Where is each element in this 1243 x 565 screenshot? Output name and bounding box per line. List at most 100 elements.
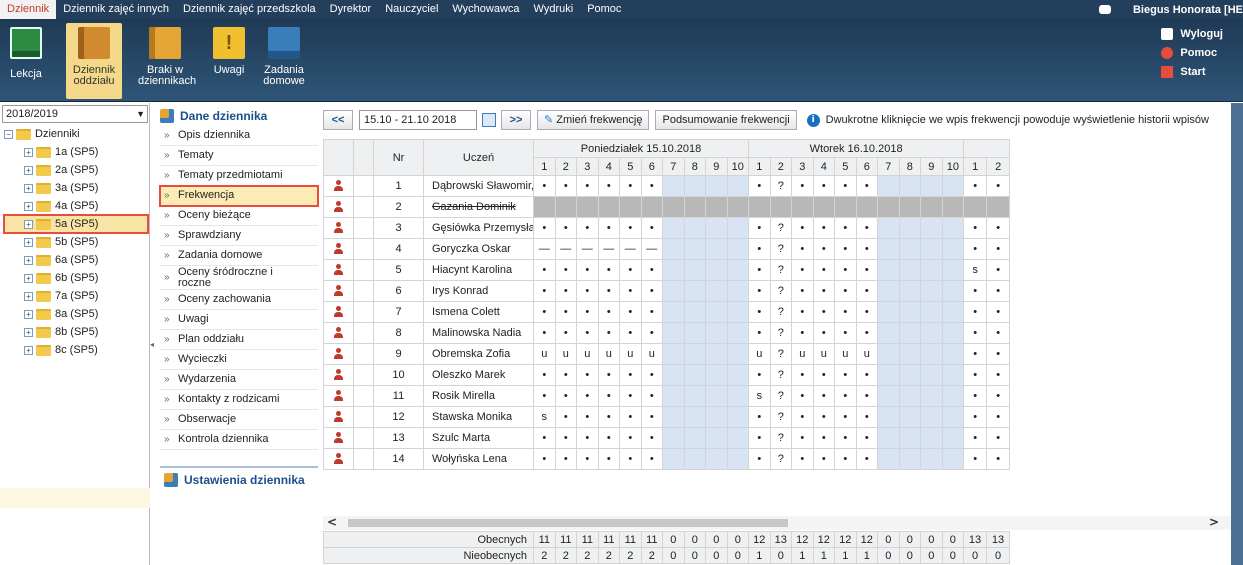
expand-icon[interactable]: + [24,201,33,211]
attendance-cell[interactable] [920,217,943,239]
attendance-cell[interactable] [726,175,750,197]
attendance-cell[interactable] [726,322,750,344]
attendance-cell[interactable]: • [963,385,988,407]
attendance-cell[interactable]: u [597,343,620,365]
zadania-domowe-button[interactable]: Zadania domowe [258,23,310,99]
attendance-cell[interactable]: • [597,364,620,386]
attendance-cell[interactable] [662,301,685,323]
attendance-cell[interactable]: • [640,259,663,281]
attendance-cell[interactable] [877,406,900,428]
expand-icon[interactable]: + [24,345,33,355]
expand-icon[interactable]: + [24,273,33,283]
attendance-cell[interactable]: • [554,301,577,323]
attendance-cell[interactable]: • [640,364,663,386]
calendar-icon[interactable] [482,113,496,127]
attendance-cell[interactable]: • [554,364,577,386]
attendance-cell[interactable] [812,196,836,218]
expand-icon[interactable]: + [24,255,33,265]
attendance-cell[interactable] [726,448,750,470]
attendance-cell[interactable]: • [533,385,556,407]
student-icon-cell[interactable] [323,238,354,260]
student-icon-cell[interactable] [323,280,354,302]
attendance-cell[interactable]: • [963,238,988,260]
attendance-cell[interactable] [898,322,922,344]
attendance-cell[interactable] [941,217,965,239]
attendance-cell[interactable]: — [554,238,577,260]
attendance-cell[interactable]: • [554,406,577,428]
tree-class-item[interactable]: +4a (SP5) [4,197,148,215]
attendance-cell[interactable]: • [748,175,771,197]
attendance-cell[interactable]: • [986,427,1011,449]
attendance-cell[interactable] [726,343,750,365]
attendance-cell[interactable] [726,280,750,302]
student-icon-cell[interactable] [323,322,354,344]
start-link[interactable]: Start [1161,62,1223,81]
attendance-cell[interactable]: u [640,343,663,365]
attendance-cell[interactable] [834,196,857,218]
expand-icon[interactable]: + [24,327,33,337]
attendance-cell[interactable] [877,196,900,218]
attendance-cell[interactable]: s [533,406,556,428]
attendance-cell[interactable]: • [791,259,814,281]
attendance-cell[interactable] [920,238,943,260]
student-icon[interactable] [333,348,344,360]
tree-class-item[interactable]: +1a (SP5) [4,143,148,161]
attendance-cell[interactable]: • [963,448,988,470]
attendance-cell[interactable]: • [812,448,836,470]
attendance-cell[interactable]: • [791,217,814,239]
user-name[interactable]: Biegus Honorata [HE [1133,4,1243,16]
attendance-cell[interactable]: • [986,217,1011,239]
attendance-cell[interactable]: — [619,238,642,260]
attendance-cell[interactable] [662,259,685,281]
attendance-cell[interactable]: • [963,301,988,323]
attendance-cell[interactable] [877,343,900,365]
student-icon-cell[interactable] [323,217,354,239]
attendance-cell[interactable]: • [855,385,879,407]
collapse-icon[interactable]: − [4,129,13,139]
attendance-cell[interactable]: • [640,427,663,449]
attendance-cell[interactable] [640,196,663,218]
attendance-cell[interactable] [941,196,965,218]
lekcja-button[interactable]: Lekcja [6,23,46,99]
attendance-cell[interactable]: • [812,301,836,323]
attendance-cell[interactable]: • [748,448,771,470]
prev-week-button[interactable]: << [323,110,353,130]
attendance-cell[interactable] [877,259,900,281]
attendance-cell[interactable] [705,322,728,344]
attendance-cell[interactable]: • [533,322,556,344]
attendance-cell[interactable]: • [963,217,988,239]
attendance-cell[interactable]: • [812,217,836,239]
student-icon[interactable] [333,390,344,402]
student-icon[interactable] [333,411,344,423]
attendance-cell[interactable]: • [597,301,620,323]
attendance-cell[interactable]: • [640,448,663,470]
attendance-cell[interactable]: • [855,238,879,260]
uwagi-button[interactable]: ! Uwagi [209,23,249,99]
attendance-cell[interactable]: • [554,259,577,281]
attendance-cell[interactable] [877,175,900,197]
attendance-cell[interactable] [705,238,728,260]
attendance-cell[interactable] [705,196,728,218]
attendance-cell[interactable]: • [748,217,771,239]
attendance-cell[interactable]: • [834,175,857,197]
student-icon-cell[interactable] [323,364,354,386]
attendance-cell[interactable]: • [576,427,599,449]
attendance-cell[interactable] [705,343,728,365]
attendance-cell[interactable] [941,406,965,428]
attendance-cell[interactable]: • [812,364,836,386]
attendance-cell[interactable]: • [748,406,771,428]
attendance-cell[interactable]: • [986,343,1011,365]
attendance-cell[interactable]: • [576,385,599,407]
student-icon-cell[interactable] [323,196,354,218]
attendance-cell[interactable]: • [791,448,814,470]
nav-item[interactable]: » Tematy [160,146,318,166]
attendance-cell[interactable] [705,259,728,281]
attendance-cell[interactable]: • [597,217,620,239]
attendance-cell[interactable]: • [812,238,836,260]
nav-item[interactable]: » Oceny bieżące [160,206,318,226]
attendance-cell[interactable]: • [855,259,879,281]
attendance-cell[interactable]: u [855,343,879,365]
student-name[interactable]: Gęsiówka Przemysław [423,217,534,239]
attendance-cell[interactable] [941,322,965,344]
attendance-cell[interactable]: • [963,175,988,197]
